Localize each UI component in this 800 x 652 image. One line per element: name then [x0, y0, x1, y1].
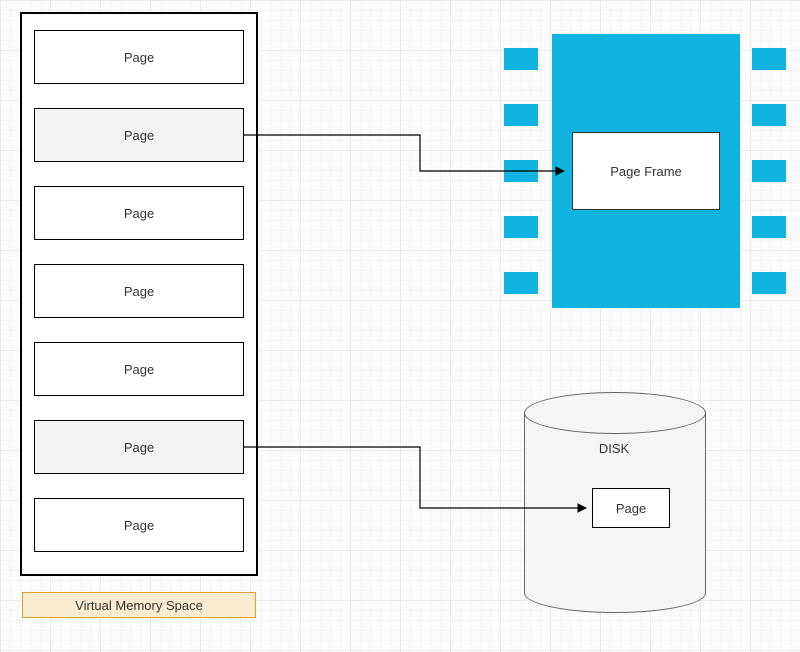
vm-page-1: Page: [34, 108, 244, 162]
page-frame-label: Page Frame: [610, 164, 682, 179]
disk-title-text: DISK: [599, 441, 629, 456]
ram-pin: [504, 216, 538, 238]
vm-page-label: Page: [124, 206, 154, 221]
page-frame: Page Frame: [572, 132, 720, 210]
ram-pin: [504, 272, 538, 294]
ram-pin: [504, 48, 538, 70]
vm-page-4: Page: [34, 342, 244, 396]
disk-page: Page: [592, 488, 670, 528]
ram-pin: [752, 104, 786, 126]
vm-page-label: Page: [124, 284, 154, 299]
vm-page-label: Page: [124, 440, 154, 455]
vm-page-5: Page: [34, 420, 244, 474]
vm-page-label: Page: [124, 128, 154, 143]
ram-pin: [752, 160, 786, 182]
vm-page-0: Page: [34, 30, 244, 84]
vm-page-label: Page: [124, 362, 154, 377]
vm-page-2: Page: [34, 186, 244, 240]
disk-title: DISK: [524, 436, 704, 460]
vm-page-label: Page: [124, 50, 154, 65]
vm-page-3: Page: [34, 264, 244, 318]
ram-pin: [752, 216, 786, 238]
ram-pin: [752, 48, 786, 70]
ram-pin: [504, 160, 538, 182]
disk-page-label: Page: [616, 501, 646, 516]
virtual-memory-title: Virtual Memory Space: [75, 598, 203, 613]
ram-pin: [752, 272, 786, 294]
vm-page-label: Page: [124, 518, 154, 533]
virtual-memory-label: Virtual Memory Space: [22, 592, 256, 618]
vm-page-6: Page: [34, 498, 244, 552]
ram-pin: [504, 104, 538, 126]
